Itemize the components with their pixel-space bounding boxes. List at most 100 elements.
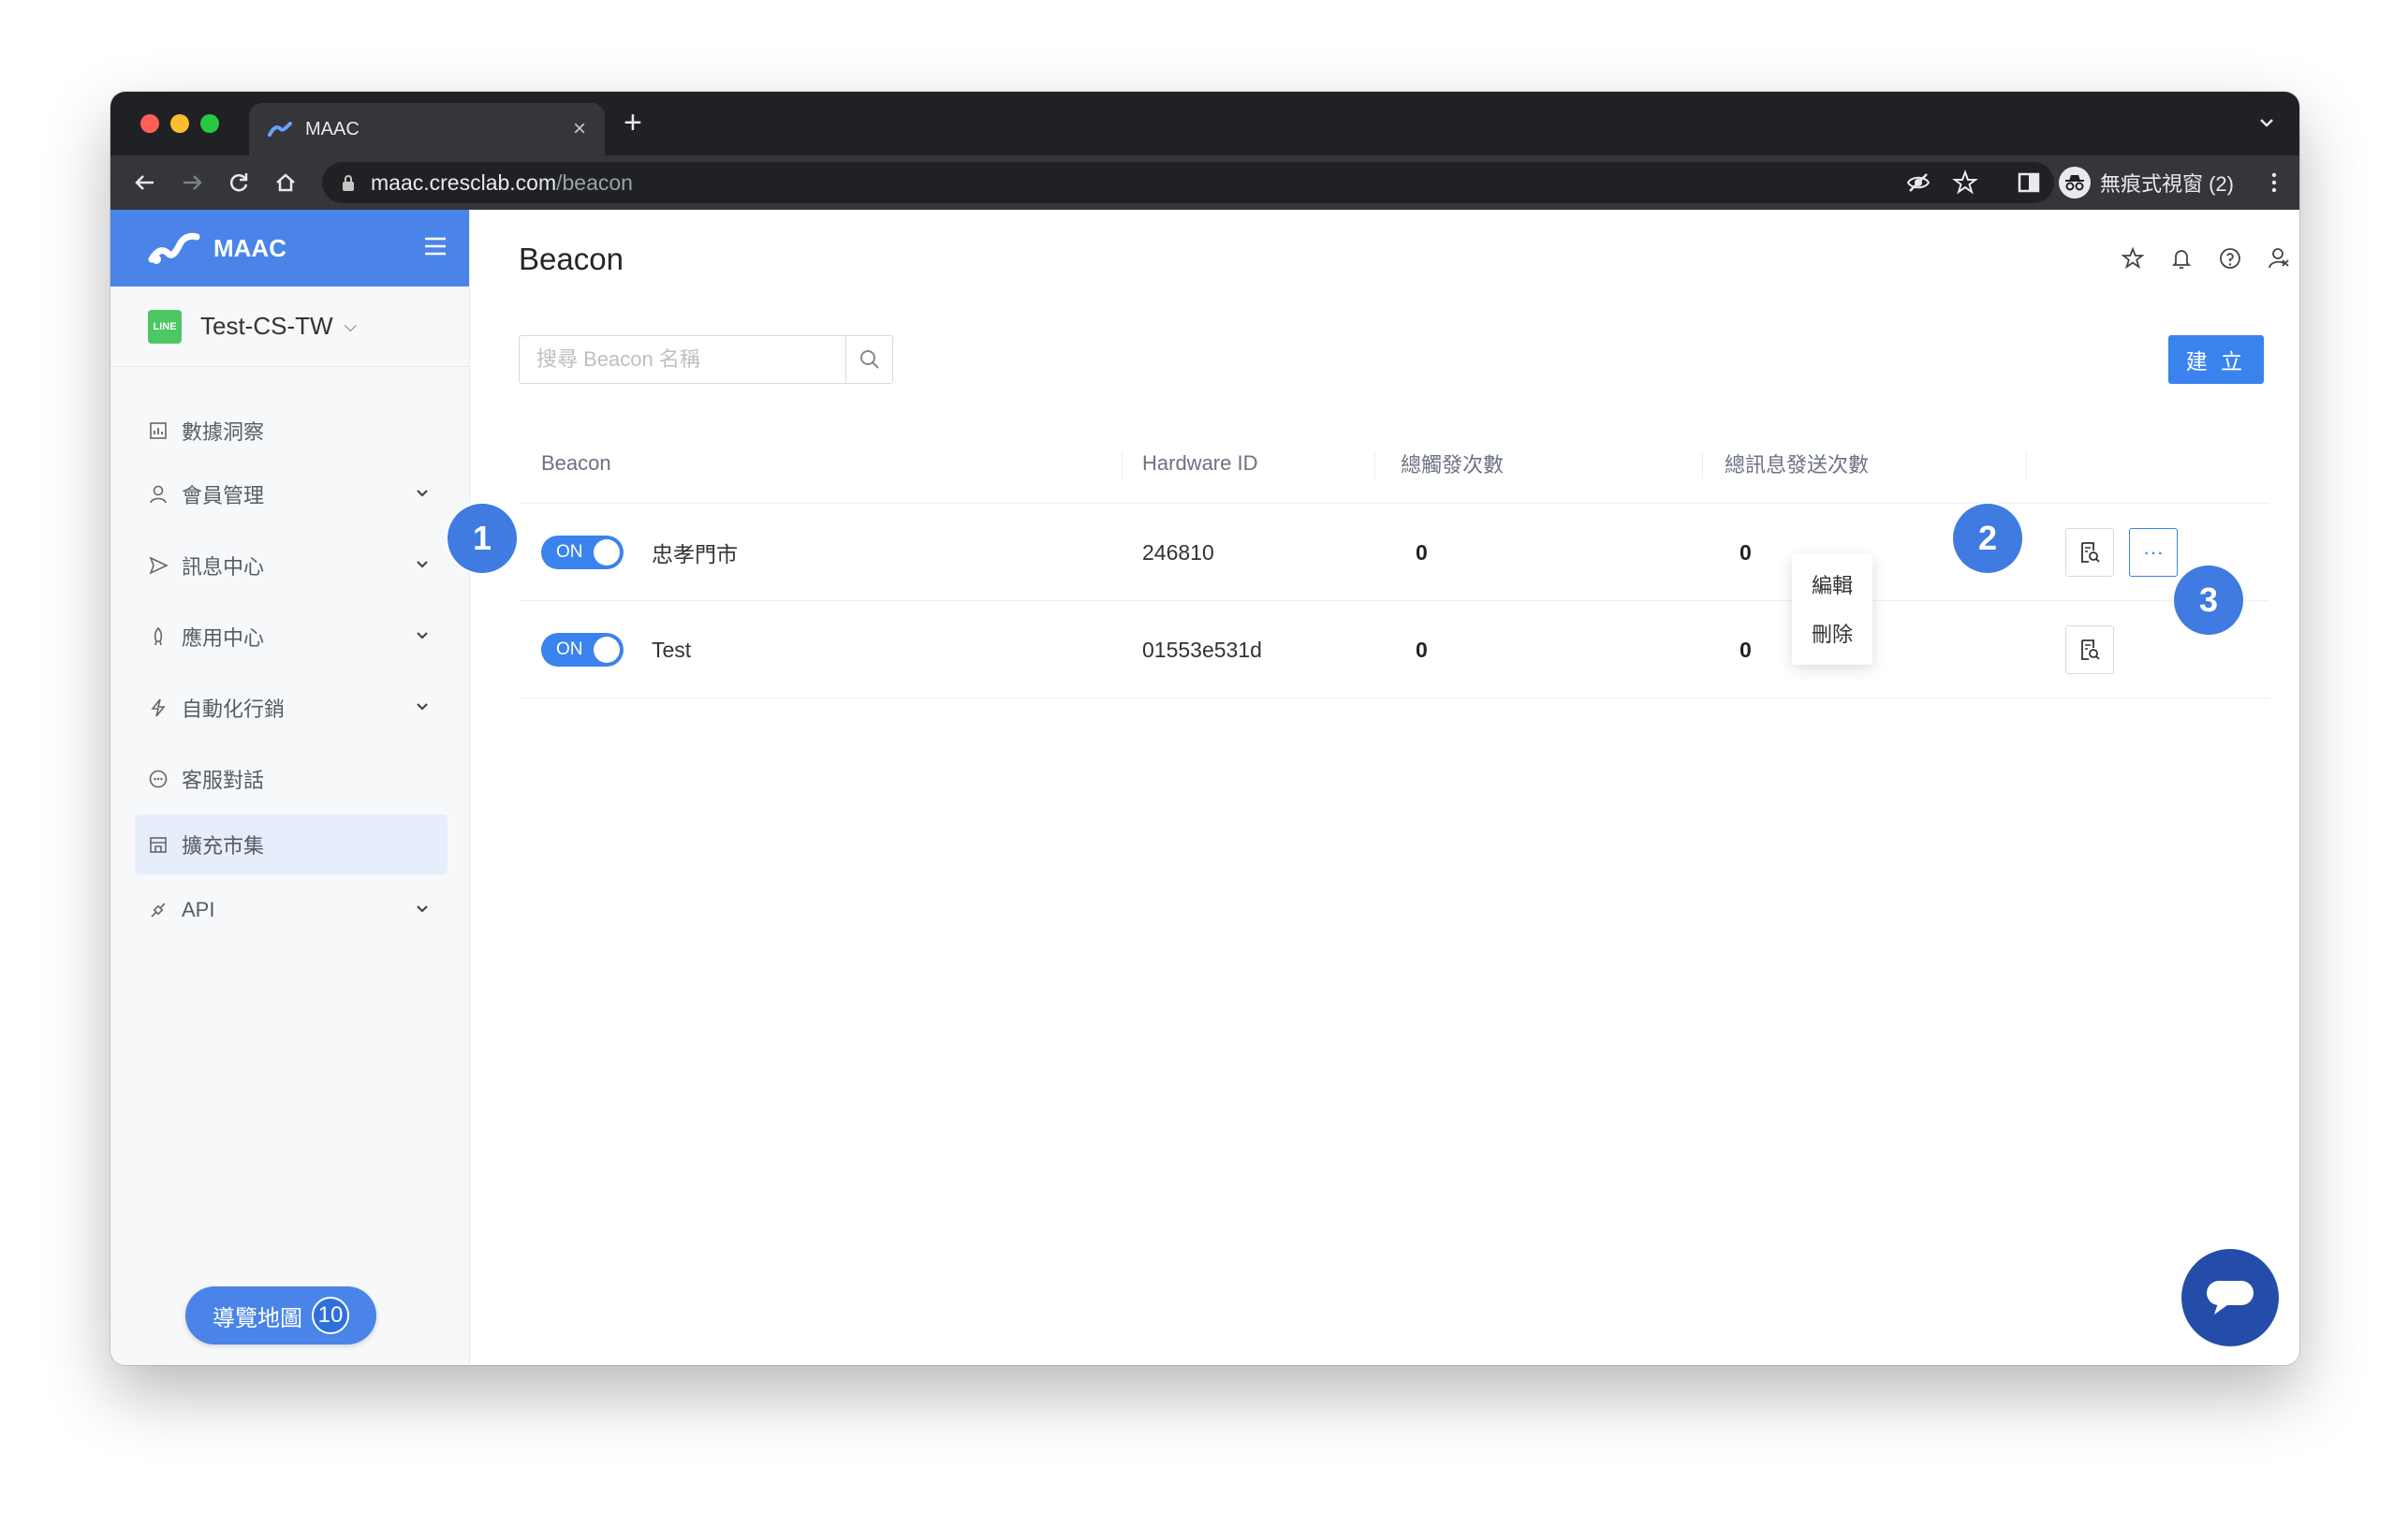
hardware-id: 01553e531d — [1142, 637, 1262, 662]
bookmark-star-icon[interactable] — [1951, 169, 1979, 197]
address-bar[interactable]: maac.cresclab.com/beacon — [322, 162, 2054, 203]
bell-icon[interactable] — [2168, 245, 2195, 272]
incognito-profile[interactable]: 無痕式視窗 (2) — [2058, 163, 2234, 202]
sidebar: MAAC LINE Test-CS-TW ⌵ 數據洞察 會員管理 訊息中心 應用… — [110, 210, 470, 1365]
reload-icon[interactable] — [225, 169, 253, 197]
annotation-marker-3: 3 — [2174, 566, 2243, 635]
column-header-total-messages: 總訊息發送次數 — [1725, 453, 1870, 477]
beacon-name: 忠孝門市 — [652, 542, 738, 566]
sidebar-item-label: 自動化行銷 — [182, 698, 286, 721]
search-button[interactable] — [845, 336, 892, 383]
sidebar-item-applications[interactable]: 應用中心 — [135, 607, 448, 667]
column-divider — [2026, 451, 2027, 479]
sidebar-item-marketplace[interactable]: 擴充市集 — [135, 815, 448, 874]
toggle-label: ON — [556, 639, 583, 659]
menu-item-edit[interactable]: 編輯 — [1792, 560, 1872, 609]
maac-favicon-icon — [268, 122, 292, 137]
more-actions-menu: 編輯 刪除 — [1792, 554, 1872, 665]
chevron-down-icon: ⌵ — [344, 316, 358, 335]
maximize-window-button[interactable] — [200, 114, 219, 133]
menu-item-delete[interactable]: 刪除 — [1792, 609, 1872, 657]
sidebar-item-label: 應用中心 — [182, 626, 265, 650]
report-icon — [2081, 542, 2100, 563]
main-content: Beacon 搜尋 Beacon 名稱 建 立 Beacon Hardware … — [470, 210, 2299, 1365]
total-triggers: 0 — [1416, 637, 1428, 662]
sidebar-item-members[interactable]: 會員管理 — [135, 464, 448, 524]
profile-label: 無痕式視窗 (2) — [2099, 172, 2234, 196]
sidebar-item-data-insights[interactable]: 數據洞察 — [135, 401, 448, 461]
send-icon — [149, 556, 169, 575]
eye-slash-icon[interactable] — [1904, 169, 1932, 197]
kebab-menu-icon[interactable] — [2260, 169, 2288, 197]
sidebar-item-label: 客服對話 — [182, 769, 265, 792]
sidebar-item-automation[interactable]: 自動化行銷 — [135, 678, 448, 738]
guide-count-badge: 10 — [312, 1297, 349, 1334]
side-panel-icon[interactable] — [2015, 169, 2043, 197]
beacon-name: Test — [652, 637, 692, 662]
sidebar-item-label: API — [182, 898, 215, 921]
brand-header: MAAC — [110, 210, 469, 286]
page-title: Beacon — [519, 242, 624, 276]
rocket-icon — [154, 626, 163, 646]
browser-tab-bar: MAAC × + — [110, 92, 2299, 155]
chat-support-button[interactable] — [2181, 1249, 2279, 1346]
sidebar-item-api[interactable]: API — [135, 880, 448, 940]
annotation-marker-2: 2 — [1953, 504, 2022, 573]
chevron-down-icon — [417, 561, 428, 568]
user-profile-icon[interactable] — [2266, 245, 2292, 272]
sidebar-item-label: 數據洞察 — [182, 420, 265, 444]
chevron-down-icon — [417, 703, 428, 711]
star-icon[interactable] — [2120, 245, 2146, 272]
view-report-button[interactable] — [2065, 528, 2114, 577]
home-icon[interactable] — [272, 169, 300, 197]
forward-arrow-icon[interactable] — [178, 169, 206, 197]
toggle-knob — [594, 637, 620, 663]
column-divider — [1122, 451, 1123, 479]
maac-app: MAAC LINE Test-CS-TW ⌵ 數據洞察 會員管理 訊息中心 應用… — [110, 210, 2299, 1365]
hamburger-menu-icon[interactable] — [423, 236, 448, 257]
store-icon — [150, 837, 167, 853]
tab-search-chevron-icon[interactable] — [2254, 110, 2279, 135]
toggle-label: ON — [556, 542, 583, 562]
search-icon — [859, 350, 879, 369]
report-icon — [2081, 639, 2100, 660]
total-messages: 0 — [1740, 637, 1752, 662]
tab-close-icon[interactable]: × — [573, 118, 586, 140]
sidebar-item-customer-chat[interactable]: 客服對話 — [135, 749, 448, 809]
search-box — [519, 335, 893, 384]
close-window-button[interactable] — [140, 114, 159, 133]
user-icon — [150, 485, 167, 504]
chevron-down-icon — [417, 632, 428, 639]
sidebar-item-label: 擴充市集 — [182, 834, 265, 858]
view-report-button[interactable] — [2065, 625, 2114, 674]
create-button[interactable]: 建 立 — [2168, 335, 2264, 384]
guide-map-button[interactable]: 導覽地圖 10 — [185, 1286, 376, 1344]
total-triggers: 0 — [1416, 539, 1428, 565]
search-input[interactable] — [520, 336, 845, 383]
minimize-window-button[interactable] — [170, 114, 189, 133]
back-arrow-icon[interactable] — [131, 169, 159, 197]
url-path: /beacon — [556, 169, 633, 195]
column-divider — [1374, 451, 1375, 479]
line-channel-badge: LINE — [148, 309, 182, 344]
help-circle-icon[interactable] — [2217, 245, 2243, 272]
sidebar-item-messages[interactable]: 訊息中心 — [135, 536, 448, 595]
tab-title: MAAC — [305, 118, 360, 140]
browser-tab[interactable]: MAAC × — [249, 103, 605, 155]
account-switcher[interactable]: LINE Test-CS-TW ⌵ — [110, 286, 469, 367]
status-toggle[interactable]: ON — [541, 536, 624, 569]
browser-toolbar: maac.cresclab.com/beacon 無痕式視窗 (2) — [110, 155, 2299, 210]
chevron-down-icon — [417, 905, 428, 913]
hardware-id: 246810 — [1142, 539, 1214, 565]
lock-icon — [343, 175, 354, 191]
bar-chart-icon — [150, 422, 167, 439]
sidebar-item-label: 會員管理 — [182, 484, 265, 507]
column-divider — [1702, 451, 1703, 479]
url-host: maac.cresclab.com — [371, 169, 557, 195]
column-header-total-triggers: 總觸發次數 — [1401, 453, 1505, 477]
chat-bubble-icon — [2207, 1281, 2254, 1315]
status-toggle[interactable]: ON — [541, 633, 624, 667]
more-actions-button[interactable]: ··· — [2129, 528, 2178, 577]
new-tab-button[interactable]: + — [624, 107, 642, 139]
toggle-knob — [594, 539, 620, 566]
